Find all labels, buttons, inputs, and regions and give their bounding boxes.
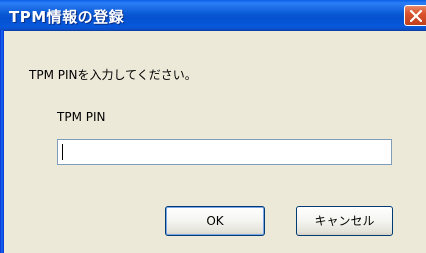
- text-caret: [62, 144, 63, 160]
- pin-field-label: TPM PIN: [57, 110, 106, 124]
- close-button[interactable]: [404, 5, 426, 26]
- close-icon: [410, 10, 422, 22]
- tpm-dialog-window: TPM情報の登録 TPM PINを入力してください。 TPM PIN OK キャ…: [0, 0, 426, 253]
- title-bar[interactable]: TPM情報の登録: [0, 0, 426, 31]
- pin-input[interactable]: [57, 139, 392, 165]
- window-left-border: [0, 30, 4, 253]
- prompt-text: TPM PINを入力してください。: [29, 68, 197, 82]
- cancel-button[interactable]: キャンセル: [296, 206, 393, 236]
- dialog-title: TPM情報の登録: [9, 8, 125, 26]
- ok-button[interactable]: OK: [165, 206, 265, 236]
